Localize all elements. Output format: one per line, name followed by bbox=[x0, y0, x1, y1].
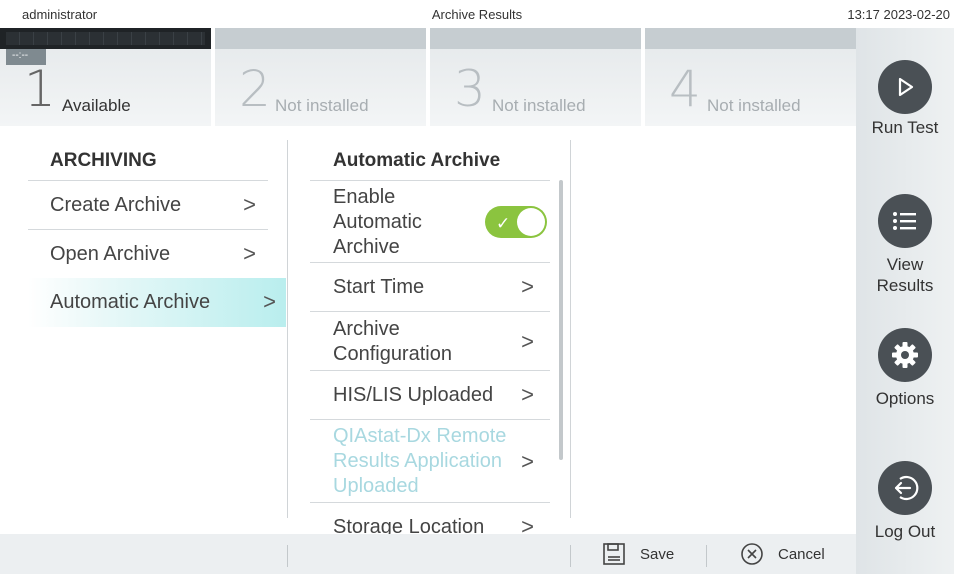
log-out-label: Log Out bbox=[874, 522, 936, 541]
enable-automatic-archive-toggle[interactable]: ✓ bbox=[485, 206, 547, 238]
module-number: 4 bbox=[669, 60, 701, 118]
archive-configuration-row[interactable]: Archive Configuration > bbox=[310, 311, 550, 370]
archiving-menu: ARCHIVING Create Archive > Open Archive … bbox=[28, 142, 286, 327]
menu-item-label: Open Archive bbox=[50, 243, 171, 265]
archive-configuration-label-line2: Configuration bbox=[333, 343, 452, 365]
run-test-label: Run Test bbox=[871, 118, 939, 137]
column-divider bbox=[287, 140, 288, 518]
chevron-right-icon: > bbox=[243, 241, 256, 266]
toggle-knob bbox=[517, 208, 545, 236]
bottom-divider bbox=[706, 545, 707, 567]
log-out-button[interactable]: Log Out bbox=[856, 461, 954, 542]
automatic-archive-heading: Automatic Archive bbox=[333, 150, 501, 171]
chevron-right-icon: > bbox=[521, 274, 534, 299]
remote-label-line2: Results Application bbox=[333, 450, 502, 472]
bottom-divider bbox=[570, 545, 571, 567]
view-results-button[interactable]: View Results bbox=[856, 194, 954, 296]
scrollbar[interactable] bbox=[559, 180, 563, 460]
save-label: Save bbox=[640, 545, 675, 563]
start-time-row[interactable]: Start Time > bbox=[310, 262, 550, 311]
his-lis-uploaded-label: HIS/LIS Uploaded bbox=[333, 384, 494, 406]
save-button[interactable]: Save bbox=[602, 534, 674, 574]
gear-icon bbox=[878, 328, 932, 382]
enable-label-line3: Archive bbox=[333, 236, 400, 258]
module-progress-strip bbox=[0, 28, 211, 49]
bottom-action-bar: Save Cancel bbox=[0, 534, 856, 574]
play-icon bbox=[878, 60, 932, 114]
module-status: Not installed bbox=[492, 96, 586, 115]
remote-results-uploaded-row: QIAstat-Dx Remote Results Application Up… bbox=[310, 419, 550, 502]
list-icon bbox=[878, 194, 932, 248]
menu-item-automatic-archive[interactable]: Automatic Archive > bbox=[28, 278, 286, 327]
module-number: 3 bbox=[454, 60, 486, 118]
storage-location-label: Storage Location bbox=[333, 516, 485, 534]
archive-configuration-label-line1: Archive bbox=[333, 318, 400, 340]
chevron-right-icon: > bbox=[521, 514, 534, 534]
datetime: 13:17 2023-02-20 bbox=[847, 7, 950, 22]
cancel-icon bbox=[740, 542, 764, 566]
archiving-heading: ARCHIVING bbox=[50, 150, 157, 171]
check-icon: ✓ bbox=[496, 214, 511, 233]
his-lis-uploaded-row[interactable]: HIS/LIS Uploaded > bbox=[310, 370, 550, 419]
run-test-button[interactable]: Run Test bbox=[856, 60, 954, 138]
cancel-label: Cancel bbox=[778, 545, 825, 563]
app-window: administrator Archive Results 13:17 2023… bbox=[0, 0, 954, 574]
automatic-archive-panel: Automatic Archive Enable Automatic Archi… bbox=[310, 142, 550, 534]
module-status: Not installed bbox=[275, 96, 369, 115]
chevron-right-icon: > bbox=[521, 382, 534, 407]
menu-item-label: Automatic Archive bbox=[50, 291, 211, 313]
module-tabs: --:-- 1 Available 2 Not installed 3 Not … bbox=[0, 28, 856, 126]
menu-item-open-archive[interactable]: Open Archive > bbox=[28, 229, 268, 278]
remote-label-line1: QIAstat-Dx Remote bbox=[333, 425, 507, 447]
start-time-label: Start Time bbox=[333, 276, 425, 298]
view-results-label: View Results bbox=[856, 254, 954, 296]
page-title: Archive Results bbox=[431, 7, 523, 22]
module-progress-strip bbox=[645, 28, 856, 49]
column-divider bbox=[570, 140, 571, 518]
remote-label-line3: Uploaded bbox=[333, 475, 419, 497]
chevron-right-icon: > bbox=[521, 329, 534, 354]
storage-location-row[interactable]: Storage Location > bbox=[310, 502, 550, 534]
module-number: 2 bbox=[239, 60, 271, 118]
view-results-label-line1: View bbox=[886, 255, 924, 274]
chevron-right-icon: > bbox=[243, 192, 256, 217]
module-tab-3[interactable]: 3 Not installed bbox=[430, 28, 641, 126]
save-icon bbox=[602, 542, 626, 566]
view-results-label-line2: Results bbox=[876, 276, 934, 295]
module-tab-2[interactable]: 2 Not installed bbox=[215, 28, 426, 126]
right-sidebar: Run Test View Results Options Log Out bbox=[856, 28, 954, 574]
bottom-divider bbox=[287, 545, 288, 567]
options-label: Options bbox=[875, 389, 935, 408]
main-content: ARCHIVING Create Archive > Open Archive … bbox=[0, 126, 856, 534]
module-number: 1 bbox=[24, 60, 56, 118]
module-progress-strip bbox=[430, 28, 641, 49]
menu-item-label: Create Archive bbox=[50, 194, 182, 216]
module-status: Available bbox=[62, 96, 131, 115]
chevron-right-icon: > bbox=[263, 289, 276, 314]
module-status: Not installed bbox=[707, 96, 801, 115]
module-tab-1[interactable]: --:-- 1 Available bbox=[0, 28, 211, 126]
options-button[interactable]: Options bbox=[856, 328, 954, 409]
log-out-icon bbox=[878, 461, 932, 515]
top-status-bar: administrator Archive Results 13:17 2023… bbox=[0, 0, 954, 28]
menu-item-create-archive[interactable]: Create Archive > bbox=[28, 180, 268, 229]
chevron-right-icon: > bbox=[521, 449, 534, 474]
module-progress-strip bbox=[215, 28, 426, 49]
module-tab-4[interactable]: 4 Not installed bbox=[645, 28, 856, 126]
enable-automatic-archive-row: Enable Automatic Archive ✓ bbox=[310, 180, 550, 262]
cancel-button[interactable]: Cancel bbox=[740, 534, 825, 574]
